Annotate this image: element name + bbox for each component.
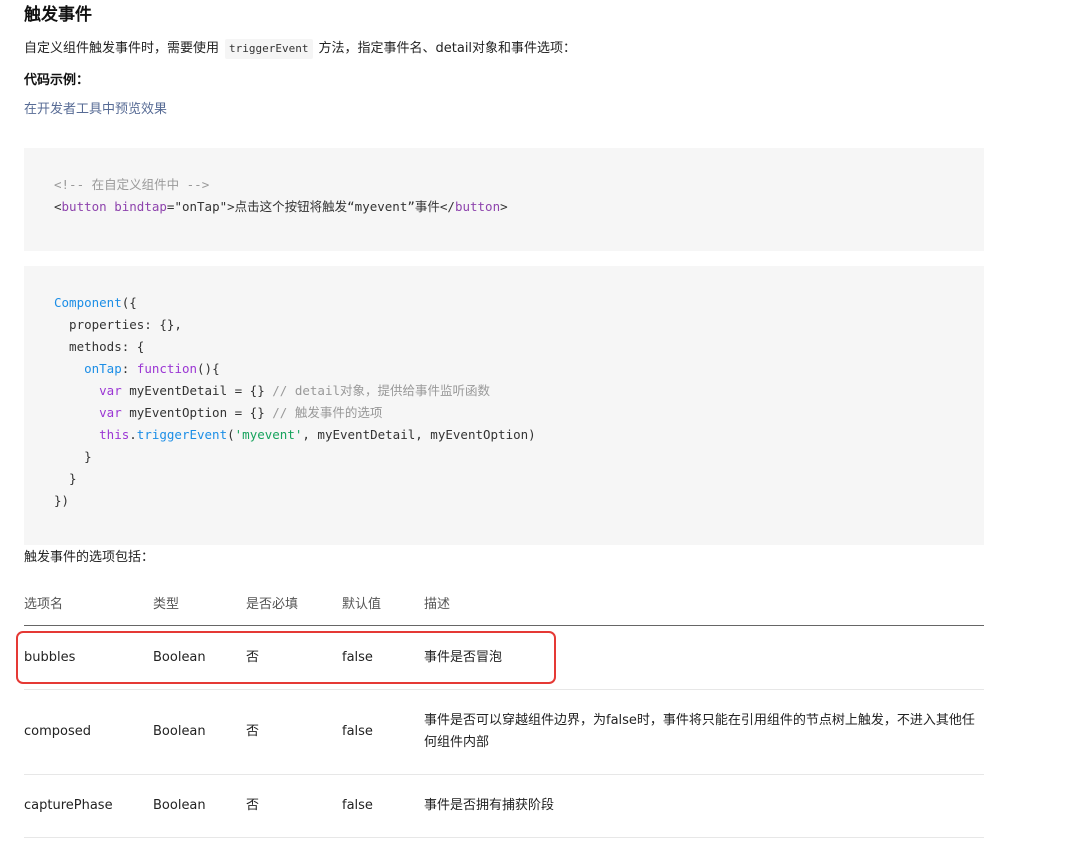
js-line-event-detail: var myEventDetail = {} // detail对象，提供给事件… — [54, 380, 984, 402]
call-open-paren: ( — [227, 426, 235, 442]
option-default-cell: false — [342, 649, 373, 665]
option-name-cell: bubbles — [24, 649, 76, 665]
table-header-type: 类型 — [153, 596, 180, 612]
js-line-methods: methods: { — [54, 338, 145, 354]
option-default-cell: false — [342, 724, 373, 739]
button-text-content: 点击这个按钮将触发“myevent”事件 — [234, 198, 440, 214]
option-required-cell: 否 — [246, 724, 260, 739]
javascript-code-block: Component({ properties: {}, methods: { o… — [24, 265, 984, 545]
option-required-cell: 否 — [246, 649, 260, 665]
option-description-cell: 事件是否可以穿越组件边界，为false时，事件将只能在引用组件的节点树上触发，不… — [424, 713, 975, 750]
section-intro: 自定义组件触发事件时，需要使用 triggerEvent 方法，指定事件名、deta… — [24, 38, 576, 60]
wxml-comment-line: <!-- 在自定义组件中 --> — [54, 176, 210, 192]
table-row-capture-phase: capturePhase Boolean 否 false 事件是否拥有捕获阶段 — [24, 775, 984, 838]
code-example-label: 代码示例： — [24, 73, 90, 88]
event-option-declaration: myEventOption = {} — [121, 404, 265, 420]
js-line-event-option: var myEventOption = {} // 触发事件的选项 — [54, 402, 984, 424]
option-required-cell: 否 — [246, 798, 260, 813]
option-description-cell: 事件是否冒泡 — [424, 649, 503, 665]
option-type-cell: Boolean — [153, 798, 206, 813]
tag-open-bracket: < — [54, 198, 62, 214]
ontap-method-name: onTap — [84, 360, 122, 376]
js-line-methods-close: } — [54, 470, 77, 486]
js-line-function-close: } — [54, 448, 92, 464]
bindtap-attribute: bindtap — [114, 198, 167, 214]
myevent-string: 'myevent' — [234, 426, 303, 442]
wxml-button-line: <button bindtap="onTap">点击这个按钮将触发“myeven… — [54, 196, 984, 218]
function-parens-open: (){ — [197, 360, 220, 376]
ontap-colon: : — [121, 360, 137, 376]
table-header-required: 是否必填 — [246, 596, 299, 612]
button-tag-name: button — [61, 198, 107, 214]
tag-close-bracket: > — [227, 198, 235, 214]
intro-text-after: 方法，指定事件名、detail对象和事件选项： — [318, 41, 577, 56]
event-options-table: 选项名 类型 是否必填 默认值 描述 bubbles Boolean 否 fal… — [24, 584, 984, 838]
var-keyword: var — [99, 404, 122, 420]
trigger-event-arguments: , myEventDetail, myEventOption) — [302, 426, 536, 442]
js-line-component-close: }) — [54, 492, 70, 508]
preview-in-devtools-link[interactable]: 在开发者工具中预览效果 — [24, 99, 167, 121]
js-line-component: Component({ — [54, 292, 984, 314]
closing-tag-open: </ — [439, 198, 455, 214]
trigger-event-method: triggerEvent — [136, 426, 228, 442]
table-header-default-value: 默认值 — [342, 596, 382, 612]
closing-tag-bracket: > — [500, 198, 508, 214]
option-description-cell: 事件是否拥有捕获阶段 — [424, 798, 555, 813]
trigger-event-inline-code: triggerEvent — [225, 39, 313, 59]
js-line-properties: properties: {}, — [54, 316, 182, 332]
table-header-row: 选项名 类型 是否必填 默认值 描述 — [24, 584, 984, 626]
event-detail-comment: // detail对象，提供给事件监听函数 — [264, 382, 490, 398]
closing-button-tag-name: button — [454, 198, 501, 214]
table-header-description: 描述 — [424, 596, 451, 612]
option-name-cell: composed — [24, 724, 91, 739]
function-keyword: function — [136, 360, 198, 376]
event-option-comment: // 触发事件的选项 — [264, 404, 383, 420]
option-name-cell: capturePhase — [24, 798, 113, 813]
event-options-heading: 触发事件的选项包括： — [24, 550, 155, 565]
member-dot: . — [129, 426, 137, 442]
js-line-ontap: onTap: function(){ — [54, 358, 984, 380]
var-keyword: var — [99, 382, 122, 398]
table-row-bubbles: bubbles Boolean 否 false 事件是否冒泡 — [24, 626, 984, 690]
table-header-option-name: 选项名 — [24, 596, 64, 612]
option-type-cell: Boolean — [153, 724, 206, 739]
intro-text-before: 自定义组件触发事件时，需要使用 — [24, 41, 220, 56]
wxml-code-block: <!-- 在自定义组件中 --> <button bindtap="onTap">… — [24, 147, 984, 251]
bindtap-value: "onTap" — [174, 198, 228, 214]
component-identifier: Component — [54, 294, 122, 310]
option-default-cell: false — [342, 798, 373, 813]
this-keyword: this — [99, 426, 130, 442]
table-row-composed: composed Boolean 否 false 事件是否可以穿越组件边界，为f… — [24, 690, 984, 775]
event-detail-declaration: myEventDetail = {} — [121, 382, 265, 398]
component-call-open: ({ — [121, 294, 137, 310]
option-type-cell: Boolean — [153, 649, 206, 665]
section-title: 触发事件 — [24, 5, 92, 25]
js-line-trigger-event: this.triggerEvent('myevent', myEventDeta… — [54, 424, 984, 446]
